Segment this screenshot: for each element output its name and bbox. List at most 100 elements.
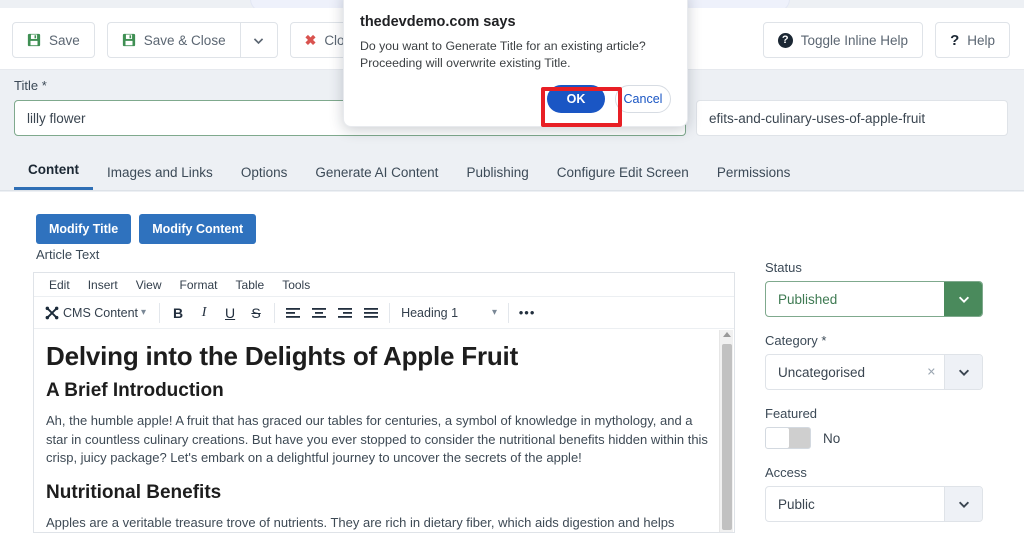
toggle-inline-help-button[interactable]: ? Toggle Inline Help (762, 22, 924, 58)
access-select[interactable]: Public (765, 486, 983, 522)
doc-heading-nutrition: Nutritional Benefits (46, 481, 222, 503)
access-label: Access (765, 465, 807, 480)
tab-images-and-links[interactable]: Images and Links (93, 165, 227, 190)
question-mark-icon: ? (950, 31, 960, 49)
editor-menubar: Edit Insert View Format Table Tools (34, 273, 734, 297)
category-label: Category * (765, 333, 827, 348)
menu-view[interactable]: View (129, 276, 169, 294)
tab-permissions[interactable]: Permissions (703, 165, 805, 190)
menu-format[interactable]: Format (173, 276, 225, 294)
menu-insert[interactable]: Insert (81, 276, 125, 294)
status-block: Status Published (765, 260, 1010, 317)
alias-input[interactable]: efits-and-culinary-uses-of-apple-fruit (696, 100, 1008, 136)
toolbar-divider (389, 302, 391, 323)
toolbar-divider (159, 302, 161, 323)
chevron-down-icon (253, 37, 264, 44)
underline-button[interactable]: U (217, 300, 243, 326)
chevron-down-icon (958, 369, 969, 376)
help-button-label: Help (967, 32, 995, 48)
cms-content-dropdown[interactable]: CMS Content ▾ (40, 305, 154, 321)
tab-generate-ai-content[interactable]: Generate AI Content (301, 165, 452, 190)
tab-configure-edit-screen[interactable]: Configure Edit Screen (543, 165, 703, 190)
category-select[interactable]: Uncategorised ✕ (765, 354, 983, 390)
dialog-cancel-button[interactable]: Cancel (615, 85, 671, 113)
strikethrough-button[interactable]: S (243, 300, 269, 326)
editor-document[interactable]: Delving into the Delights of Apple Fruit… (34, 329, 734, 532)
clear-x-icon[interactable]: ✕ (927, 366, 936, 379)
x-icon: ✖ (304, 32, 317, 48)
toolbar-divider (508, 302, 510, 323)
browser-alert-dialog: thedevdemo.com says Do you want to Gener… (343, 0, 688, 127)
edit-tabs: Content Images and Links Options Generat… (0, 155, 1024, 191)
app-screen: Save Save & Close ✖ Close ? Toggle Inlin… (0, 0, 1024, 533)
status-select[interactable]: Published (765, 281, 983, 317)
format-select[interactable]: Heading 1 ▾ (395, 300, 503, 326)
doc-paragraph-intro: Ah, the humble apple! A fruit that has g… (46, 413, 708, 465)
save-button-label: Save (49, 32, 80, 48)
tab-options[interactable]: Options (227, 165, 302, 190)
status-dropdown-arrow[interactable] (944, 282, 982, 316)
access-dropdown-arrow[interactable] (944, 487, 982, 521)
save-dropdown-toggle[interactable] (239, 22, 278, 58)
dialog-message: Do you want to Generate Title for an exi… (360, 39, 646, 70)
bold-button[interactable]: B (165, 300, 191, 326)
editor-scrollbar[interactable] (719, 330, 733, 532)
scroll-up-arrow-icon[interactable] (723, 332, 731, 337)
toggle-knob (766, 428, 789, 448)
featured-toggle[interactable] (765, 427, 811, 449)
featured-value: No (823, 430, 841, 446)
tab-publishing[interactable]: Publishing (452, 165, 542, 190)
doc-heading-1: Delving into the Delights of Apple Fruit (46, 341, 519, 371)
dialog-ok-button[interactable]: OK (547, 85, 605, 113)
save-and-close-button[interactable]: Save & Close (106, 22, 240, 58)
menu-tools[interactable]: Tools (275, 276, 317, 294)
dialog-buttons: OK Cancel (547, 85, 671, 113)
editor-toolbar: CMS Content ▾ B I U S Heading 1 ▾ ••• (34, 297, 734, 329)
align-right-icon (338, 307, 353, 318)
access-value: Public (778, 496, 815, 512)
format-select-value: Heading 1 (401, 305, 459, 320)
save-close-group: Save & Close (106, 22, 278, 58)
chevron-down-icon: ▾ (141, 307, 147, 318)
modify-title-button[interactable]: Modify Title (36, 214, 132, 244)
menu-table[interactable]: Table (229, 276, 272, 294)
help-button[interactable]: ? Help (935, 22, 1010, 58)
save-button[interactable]: Save (12, 22, 95, 58)
modify-content-button[interactable]: Modify Content (139, 214, 257, 244)
article-sidebar: Status Published Category * Uncategorise… (765, 260, 1010, 533)
doc-heading-intro: A Brief Introduction (46, 380, 224, 401)
chevron-down-icon (958, 296, 969, 303)
article-text-label: Article Text (36, 247, 100, 262)
dialog-title: thedevdemo.com says (360, 14, 516, 30)
chevron-down-icon: ▾ (492, 307, 498, 318)
toggle-inline-help-label: Toggle Inline Help (800, 32, 909, 48)
align-justify-icon (364, 307, 379, 318)
cms-content-label: CMS Content (63, 305, 139, 320)
featured-toggle-row: No (765, 427, 1010, 449)
modify-buttons: Modify Title Modify Content (36, 214, 257, 244)
category-block: Category * Uncategorised ✕ (765, 333, 1010, 390)
more-toolbar-button[interactable]: ••• (514, 300, 540, 326)
joomla-icon (45, 306, 59, 319)
italic-button[interactable]: I (191, 300, 217, 326)
align-left-icon (286, 307, 301, 318)
align-left-button[interactable] (280, 300, 306, 326)
alias-input-value: efits-and-culinary-uses-of-apple-fruit (709, 110, 926, 126)
floppy-disk-icon (27, 33, 41, 47)
doc-paragraph-nutrition: Apples are a veritable treasure trove of… (46, 514, 675, 530)
align-center-icon (312, 307, 327, 318)
featured-block: Featured No (765, 406, 1010, 449)
align-justify-button[interactable] (358, 300, 384, 326)
content-panel: Modify Title Modify Content Article Text… (0, 192, 1024, 533)
toolbar-right-group: ? Toggle Inline Help ? Help (762, 22, 1010, 58)
status-label: Status (765, 260, 802, 275)
tab-content[interactable]: Content (14, 162, 93, 190)
title-input-value: lilly flower (27, 110, 86, 126)
category-value: Uncategorised (778, 364, 866, 380)
align-right-button[interactable] (332, 300, 358, 326)
align-center-button[interactable] (306, 300, 332, 326)
save-and-close-label: Save & Close (143, 32, 226, 48)
scrollbar-thumb[interactable] (722, 344, 732, 530)
category-dropdown-arrow[interactable] (944, 355, 982, 389)
menu-edit[interactable]: Edit (42, 276, 77, 294)
